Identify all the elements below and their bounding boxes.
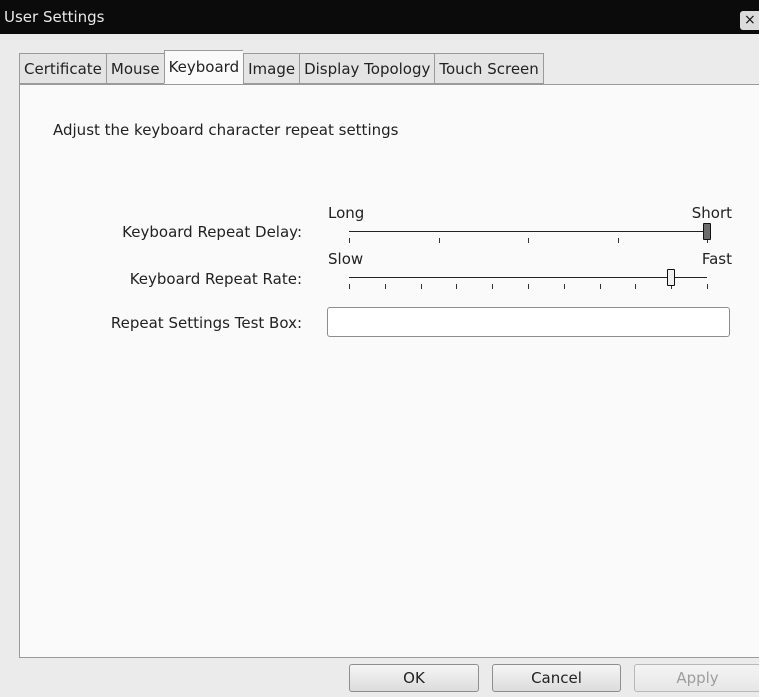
slider-tick bbox=[439, 238, 440, 243]
tab-bar: Certificate Mouse Keyboard Image Display… bbox=[19, 50, 544, 84]
repeat-delay-track[interactable] bbox=[349, 231, 707, 232]
title-bar: User Settings × bbox=[0, 0, 759, 34]
repeat-rate-thumb[interactable] bbox=[667, 269, 675, 286]
repeat-delay-slider[interactable]: Long Short bbox=[327, 204, 732, 244]
repeat-rate-max-label: Fast bbox=[701, 250, 732, 268]
repeat-delay-min-label: Long bbox=[328, 204, 365, 222]
repeat-delay-max-label: Short bbox=[691, 204, 732, 222]
repeat-rate-label: Keyboard Repeat Rate: bbox=[129, 270, 302, 288]
settings-window: Certificate Mouse Keyboard Image Display… bbox=[0, 34, 759, 697]
panel-description: Adjust the keyboard character repeat set… bbox=[53, 121, 399, 139]
tab-touch-screen[interactable]: Touch Screen bbox=[434, 53, 544, 84]
slider-tick bbox=[564, 284, 565, 289]
close-icon[interactable]: × bbox=[740, 11, 759, 30]
repeat-delay-label: Keyboard Repeat Delay: bbox=[122, 223, 302, 241]
apply-button[interactable]: Apply bbox=[634, 664, 759, 692]
slider-tick bbox=[456, 284, 457, 289]
tab-mouse[interactable]: Mouse bbox=[105, 53, 164, 84]
slider-tick bbox=[349, 284, 350, 289]
ok-button[interactable]: OK bbox=[349, 664, 479, 692]
slider-tick bbox=[528, 284, 529, 289]
slider-tick bbox=[618, 238, 619, 243]
test-box-label: Repeat Settings Test Box: bbox=[110, 314, 302, 332]
repeat-rate-slider[interactable]: Slow Fast bbox=[327, 250, 732, 290]
window-title: User Settings bbox=[4, 8, 105, 26]
repeat-test-input[interactable] bbox=[327, 307, 730, 337]
repeat-delay-thumb[interactable] bbox=[703, 223, 711, 240]
slider-tick bbox=[635, 284, 636, 289]
cancel-button[interactable]: Cancel bbox=[492, 664, 621, 692]
repeat-rate-min-label: Slow bbox=[328, 250, 364, 268]
slider-tick bbox=[421, 284, 422, 289]
tab-certificate[interactable]: Certificate bbox=[19, 53, 106, 84]
slider-tick bbox=[600, 284, 601, 289]
tab-image[interactable]: Image bbox=[243, 53, 300, 84]
tab-display-topology[interactable]: Display Topology bbox=[299, 53, 435, 84]
slider-tick bbox=[492, 284, 493, 289]
keyboard-panel: Adjust the keyboard character repeat set… bbox=[19, 84, 759, 658]
slider-tick bbox=[528, 238, 529, 243]
slider-tick bbox=[349, 238, 350, 243]
tab-keyboard[interactable]: Keyboard bbox=[163, 50, 244, 84]
slider-tick bbox=[385, 284, 386, 289]
slider-tick bbox=[707, 284, 708, 289]
repeat-rate-track[interactable] bbox=[349, 277, 707, 278]
